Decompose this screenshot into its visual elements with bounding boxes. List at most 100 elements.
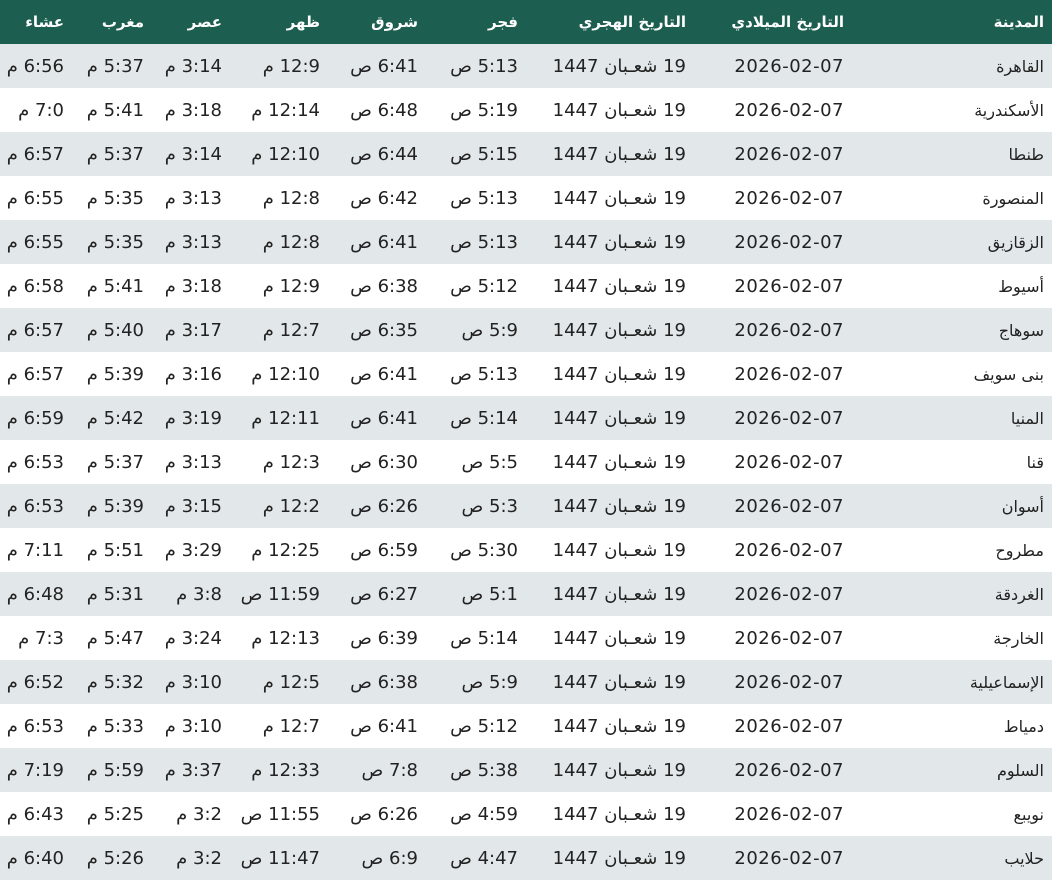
city-cell: الأسكندرية [974,100,1044,120]
sunrise-time-cell: 6:38 ص [350,275,418,297]
table-row: بنى سويف 2026-02-07 19 شعـبان 1447 5:13 ص 6:… [0,352,1052,396]
dhuhr-time-cell: 12:7 م [262,319,320,341]
table-row: الأسكندرية 2026-02-07 19 شعـبان 1447 5:19 ص… [0,88,1052,132]
isha-time-cell: 6:53 م [6,495,64,517]
gregorian-date-cell: 2026-02-07 [734,627,844,649]
city-cell: أسيوط [998,276,1044,296]
hijri-date-cell: 19 شعـبان 1447 [552,231,686,253]
hijri-date-cell: 19 شعـبان 1447 [552,671,686,693]
asr-time-cell: 3:17 م [164,319,222,341]
dhuhr-time-cell: 12:13 م [251,627,320,649]
asr-time-cell: 3:19 م [164,407,222,429]
fajr-time-cell: 5:30 ص [450,539,518,561]
sunrise-time-cell: 6:41 ص [350,231,418,253]
table-row: أسوان 2026-02-07 19 شعـبان 1447 5:3 ص 6:26 ص… [0,484,1052,528]
hijri-date-cell: 19 شعـبان 1447 [552,847,686,869]
hijri-date-cell: 19 شعـبان 1447 [552,715,686,737]
isha-time-cell: 6:43 م [6,803,64,825]
isha-time-cell: 6:48 م [6,583,64,605]
fajr-time-cell: 5:9 ص [461,671,518,693]
isha-time-cell: 6:58 م [6,275,64,297]
gregorian-date-cell: 2026-02-07 [734,363,844,385]
gregorian-date-cell: 2026-02-07 [734,583,844,605]
gregorian-date-cell: 2026-02-07 [734,495,844,517]
asr-time-cell: 3:14 م [164,55,222,77]
fajr-time-cell: 5:14 ص [450,627,518,649]
table-row: سوهاج 2026-02-07 19 شعـبان 1447 5:9 ص 6:35 ص… [0,308,1052,352]
sunrise-time-cell: 6:42 ص [350,187,418,209]
city-cell: طنطا [1008,144,1044,164]
hijri-date-cell: 19 شعـبان 1447 [552,539,686,561]
table-row: مطروح 2026-02-07 19 شعـبان 1447 5:30 ص 6:59 … [0,528,1052,572]
maghrib-time-cell: 5:42 م [86,407,144,429]
asr-time-cell: 3:24 م [164,627,222,649]
fajr-time-cell: 5:12 ص [450,275,518,297]
city-cell: دمياط [1003,716,1044,736]
maghrib-time-cell: 5:35 م [86,231,144,253]
dhuhr-time-cell: 12:33 م [251,759,320,781]
dhuhr-time-cell: 12:5 م [262,671,320,693]
asr-time-cell: 3:10 م [164,715,222,737]
sunrise-time-cell: 6:41 ص [350,363,418,385]
sunrise-time-cell: 6:41 ص [350,715,418,737]
isha-time-cell: 6:53 م [6,451,64,473]
table-row: طنطا 2026-02-07 19 شعـبان 1447 5:15 ص 6:44 ص… [0,132,1052,176]
gregorian-date-cell: 2026-02-07 [734,187,844,209]
hijri-date-cell: 19 شعـبان 1447 [552,187,686,209]
dhuhr-time-cell: 12:3 م [262,451,320,473]
header-city: المدينة [993,13,1044,31]
city-cell: الإسماعيلية [969,672,1044,692]
asr-time-cell: 3:18 م [164,99,222,121]
gregorian-date-cell: 2026-02-07 [734,231,844,253]
hijri-date-cell: 19 شعـبان 1447 [552,319,686,341]
fajr-time-cell: 5:12 ص [450,715,518,737]
maghrib-time-cell: 5:39 م [86,363,144,385]
maghrib-time-cell: 5:37 م [86,55,144,77]
table-row: أسيوط 2026-02-07 19 شعـبان 1447 5:12 ص 6:38 … [0,264,1052,308]
table-row: نويبع 2026-02-07 19 شعـبان 1447 4:59 ص 6:26 … [0,792,1052,836]
gregorian-date-cell: 2026-02-07 [734,407,844,429]
asr-time-cell: 3:10 م [164,671,222,693]
table-row: دمياط 2026-02-07 19 شعـبان 1447 5:12 ص 6:41 … [0,704,1052,748]
hijri-date-cell: 19 شعـبان 1447 [552,759,686,781]
isha-time-cell: 6:57 م [6,319,64,341]
table-row: قنا 2026-02-07 19 شعـبان 1447 5:5 ص 6:30 ص 12… [0,440,1052,484]
header-isha: عشاء [25,13,64,31]
asr-time-cell: 3:2 م [176,847,222,869]
asr-time-cell: 3:16 م [164,363,222,385]
asr-time-cell: 3:29 م [164,539,222,561]
isha-time-cell: 6:59 م [6,407,64,429]
maghrib-time-cell: 5:37 م [86,143,144,165]
maghrib-time-cell: 5:51 م [86,539,144,561]
isha-time-cell: 6:40 م [6,847,64,869]
asr-time-cell: 3:15 م [164,495,222,517]
dhuhr-time-cell: 12:9 م [262,55,320,77]
isha-time-cell: 6:52 م [6,671,64,693]
gregorian-date-cell: 2026-02-07 [734,715,844,737]
isha-time-cell: 7:11 م [6,539,64,561]
header-fajr: فجر [488,13,518,31]
dhuhr-time-cell: 12:11 م [251,407,320,429]
city-cell: بنى سويف [973,364,1044,384]
isha-time-cell: 7:19 م [6,759,64,781]
maghrib-time-cell: 5:33 م [86,715,144,737]
table-row: الغردقة 2026-02-07 19 شعـبان 1447 5:1 ص 6:27… [0,572,1052,616]
maghrib-time-cell: 5:59 م [86,759,144,781]
city-cell: قنا [1026,452,1044,472]
city-cell: المنصورة [982,188,1044,208]
maghrib-time-cell: 5:40 م [86,319,144,341]
fajr-time-cell: 5:19 ص [450,99,518,121]
maghrib-time-cell: 5:37 م [86,451,144,473]
dhuhr-time-cell: 12:7 م [262,715,320,737]
hijri-date-cell: 19 شعـبان 1447 [552,275,686,297]
dhuhr-time-cell: 11:47 ص [240,847,320,869]
hijri-date-cell: 19 شعـبان 1447 [552,495,686,517]
city-cell: نويبع [1013,804,1044,824]
dhuhr-time-cell: 12:9 م [262,275,320,297]
hijri-date-cell: 19 شعـبان 1447 [552,143,686,165]
fajr-time-cell: 5:3 ص [461,495,518,517]
sunrise-time-cell: 6:26 ص [350,495,418,517]
city-cell: مطروح [995,540,1044,560]
dhuhr-time-cell: 12:10 م [251,363,320,385]
isha-time-cell: 6:53 م [6,715,64,737]
